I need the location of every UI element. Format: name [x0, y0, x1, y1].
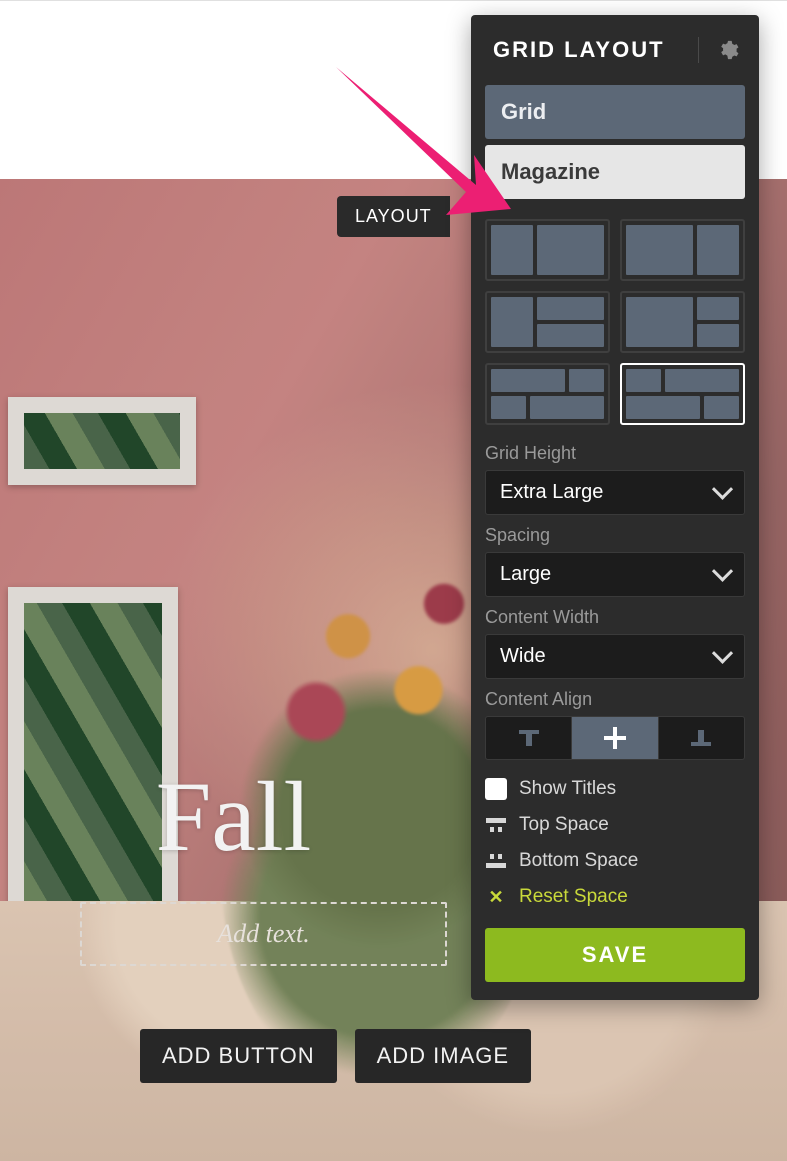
hero-title: Fall	[0, 759, 467, 874]
content-width-select[interactable]: Wide	[485, 634, 745, 679]
add-image-button[interactable]: ADD IMAGE	[355, 1029, 531, 1083]
top-space-label: Top Space	[519, 814, 609, 836]
layout-thumb-3[interactable]	[485, 291, 610, 353]
gear-icon[interactable]	[698, 37, 741, 63]
content-width-label: Content Width	[485, 607, 745, 628]
close-icon: ✕	[485, 887, 507, 908]
grid-layout-panel: GRID LAYOUT Grid Magazine Grid Height Ex…	[471, 15, 759, 1000]
add-text-placeholder[interactable]: Add text.	[80, 902, 447, 966]
content-align-group	[485, 716, 745, 760]
top-space-toggle[interactable]: Top Space	[485, 814, 745, 836]
layout-tag[interactable]: LAYOUT	[337, 196, 450, 237]
layout-thumbnails	[485, 219, 745, 425]
add-button-button[interactable]: ADD BUTTON	[140, 1029, 337, 1083]
spacing-select[interactable]: Large	[485, 552, 745, 597]
grid-height-select[interactable]: Extra Large	[485, 470, 745, 515]
layout-type-grid[interactable]: Grid	[485, 85, 745, 139]
align-bottom-icon	[688, 728, 714, 748]
align-bottom-button[interactable]	[658, 717, 744, 759]
bottom-space-label: Bottom Space	[519, 850, 638, 872]
align-center-icon	[602, 725, 628, 751]
content-align-label: Content Align	[485, 689, 745, 710]
decor-frame	[8, 397, 196, 485]
layout-type-magazine[interactable]: Magazine	[485, 145, 745, 199]
layout-thumb-6[interactable]	[620, 363, 745, 425]
bottom-space-toggle[interactable]: Bottom Space	[485, 850, 745, 872]
hero-buttons: ADD BUTTON ADD IMAGE	[140, 1029, 531, 1083]
decor-frame	[8, 587, 178, 1017]
align-top-icon	[516, 728, 542, 748]
align-top-button[interactable]	[486, 717, 571, 759]
top-space-icon	[485, 818, 507, 832]
panel-header: GRID LAYOUT	[471, 15, 759, 85]
layout-thumb-4[interactable]	[620, 291, 745, 353]
align-center-button[interactable]	[571, 717, 657, 759]
bottom-space-icon	[485, 854, 507, 868]
show-titles-checkbox[interactable]: Show Titles	[485, 778, 745, 800]
grid-height-label: Grid Height	[485, 443, 745, 464]
reset-space-label: Reset Space	[519, 886, 628, 908]
layout-thumb-2[interactable]	[620, 219, 745, 281]
save-button[interactable]: SAVE	[485, 928, 745, 982]
spacing-label: Spacing	[485, 525, 745, 546]
checkbox-icon	[485, 778, 507, 800]
panel-title: GRID LAYOUT	[493, 37, 665, 63]
reset-space-button[interactable]: ✕ Reset Space	[485, 886, 745, 908]
layout-thumb-1[interactable]	[485, 219, 610, 281]
show-titles-label: Show Titles	[519, 778, 616, 800]
layout-thumb-5[interactable]	[485, 363, 610, 425]
